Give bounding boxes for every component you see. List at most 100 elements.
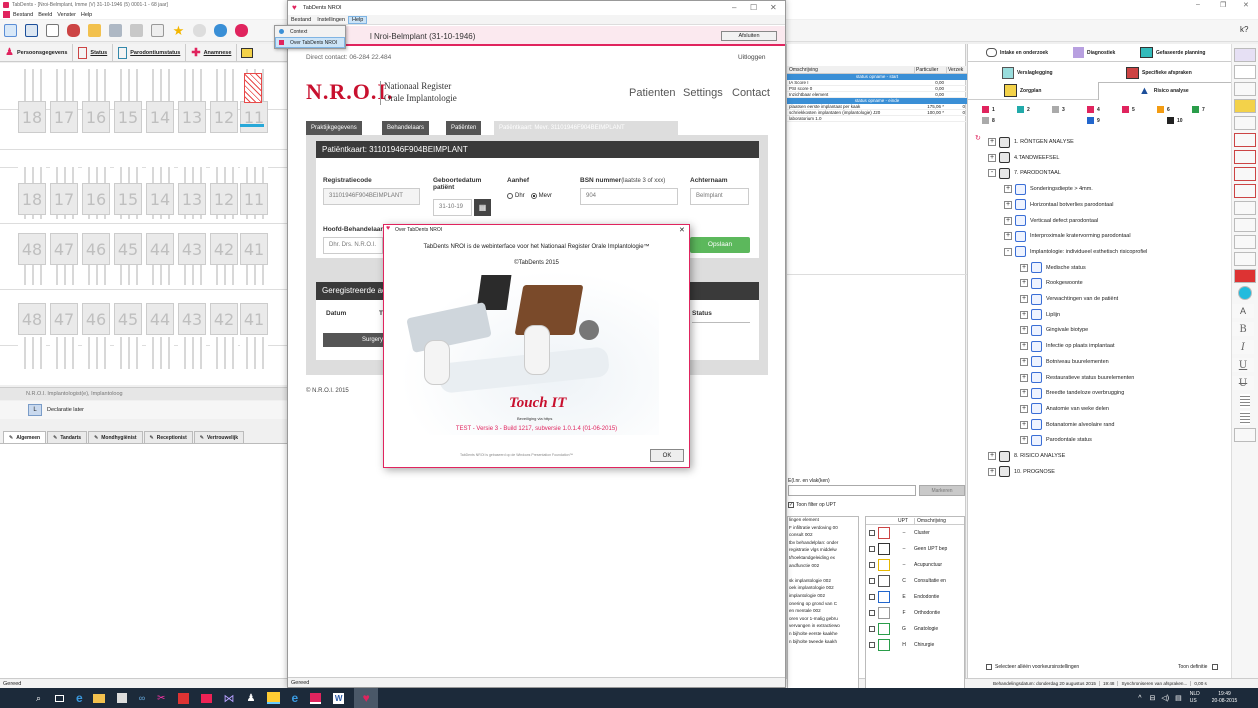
menu-bestand[interactable]: Bestand [13,12,33,18]
bold-icon[interactable]: B [1232,322,1254,336]
extra-tab-icon[interactable] [241,47,254,58]
explorer-icon[interactable] [92,693,105,703]
expand-toggle[interactable]: + [1020,326,1028,335]
code-list-item[interactable]: consult 002 [788,532,858,540]
table-icon[interactable] [1234,428,1256,442]
tooth[interactable]: 47 [50,233,78,265]
card-icon[interactable] [151,24,164,37]
side-red-square-icon[interactable] [1234,184,1256,198]
code-list-item[interactable]: n bijholte eerste kaakhe [788,631,858,639]
tree-node[interactable]: +1. RÖNTGEN ANALYSE [988,135,1074,149]
expand-toggle[interactable]: + [988,138,996,146]
tab-diagnostiek[interactable]: Diagnostiek [1058,44,1128,62]
tree-node[interactable]: + Medische status [1020,261,1086,275]
help-cursor-icon[interactable]: k? [1240,25,1248,34]
tab-persoonsgegevens[interactable]: ♟ Persoonsgegevens [0,43,74,62]
expand-toggle[interactable]: - [988,169,996,178]
side-tooth-icon[interactable] [1234,48,1256,62]
heart-icon[interactable] [235,24,248,37]
expand-toggle[interactable]: + [1020,295,1028,303]
hoofd-select[interactable]: Dhr. Drs. N.R.O.I. [323,237,383,254]
upt-checkbox[interactable] [869,594,875,600]
tree-node[interactable]: +4.TANDWEEFSEL [988,151,1059,165]
code-list-item[interactable]: en mentale 002 [788,608,858,616]
tooth[interactable]: 13 [178,183,206,215]
expand-toggle[interactable]: + [1004,216,1012,225]
reg-input[interactable]: 31101946F904BEIMPLANT [323,188,420,205]
tree-node[interactable]: + Gingivale biotype [1020,323,1088,337]
risk-counter[interactable]: 5 [1122,106,1135,113]
uitloggen-link[interactable]: Uitloggen [738,54,765,61]
tab-risico-analyse[interactable]: ▲ Risico analyse [1098,81,1232,100]
tooth[interactable]: 18 [18,183,46,215]
star-icon[interactable]: ★ [172,23,185,38]
tree-node[interactable]: + Infectie op plaats implantaat [1020,339,1115,353]
menu-help[interactable]: Help [81,12,92,18]
code-list-item[interactable] [788,570,858,578]
tooth[interactable]: 42 [210,233,238,265]
search-icon[interactable]: ⌕ [36,693,41,704]
tab-zorgplan[interactable]: Zorgplan [968,82,1098,100]
car-icon[interactable] [67,24,80,37]
tab-status[interactable]: Status [73,43,114,62]
side-ab-icon[interactable] [1234,218,1256,232]
code-list-item[interactable]: lingen element [788,517,858,525]
tabdents-icon[interactable]: ♟ [247,693,256,704]
upt-checkbox[interactable] [869,546,875,552]
tooth[interactable]: 46 [82,303,110,335]
tooth[interactable]: 13 [178,101,206,133]
bottom-tab[interactable]: ✎ Vertrouwelijk [193,431,245,443]
bottom-tab[interactable]: ✎ Tandarts [47,431,88,443]
tree-node[interactable]: + Liplijn [1020,308,1060,322]
risk-counter[interactable]: 1 [982,106,995,113]
browser-close-button[interactable]: ✕ [770,3,777,12]
save-icon[interactable] [109,24,122,37]
id-card-icon[interactable] [25,24,38,37]
app-red-icon[interactable] [177,692,189,704]
toon-filter-checkbox[interactable]: ✓ [788,502,794,508]
risk-counter[interactable]: 3 [1052,106,1065,113]
geb-input[interactable]: 31-10-19 [433,199,472,216]
tree-node[interactable]: + Parodontale status [1020,433,1092,447]
list-icon[interactable] [1240,394,1250,408]
side-cursor-icon[interactable] [1234,201,1256,215]
toon-definitie-checkbox[interactable] [1212,664,1219,670]
tree-node[interactable]: + Breedte tandeloze overbrugging [1020,386,1124,400]
keyboard-icon[interactable]: ▤ [1175,694,1182,702]
side-grid-icon[interactable] [1234,116,1256,130]
tooth[interactable]: 41 [240,303,268,335]
tooth[interactable]: 11 [240,101,268,133]
tab-specifieke[interactable]: Specifieke afspraken [1096,64,1232,81]
tree-node[interactable]: +10. PROGNOSE [988,465,1055,479]
ie-icon[interactable]: e [292,691,299,705]
tooth[interactable]: 17 [50,101,78,133]
tooth[interactable]: 43 [178,233,206,265]
tab-parodontiumstatus[interactable]: Parodontiumstatus [113,43,187,62]
lang-indicator[interactable]: NLD US [1190,691,1200,705]
tree-node[interactable]: + Verticaal defect parodontaal [1004,214,1098,228]
new-document-icon[interactable] [46,24,59,37]
expand-toggle[interactable]: + [1020,404,1028,413]
treatment-row[interactable]: laboratorium 1.0 [787,116,967,122]
calendar-icon[interactable] [4,24,17,37]
code-list-item[interactable]: F infiltratie verdoving 00 [788,525,858,533]
upt-row[interactable]: F Orthodontie [866,605,964,621]
word-icon[interactable]: W [333,692,345,704]
tooth[interactable]: 15 [114,101,142,133]
side-chart-icon[interactable] [1234,133,1256,147]
expand-toggle[interactable]: + [1004,200,1012,209]
tooth[interactable]: 11 [240,183,268,215]
tab-anamnese[interactable]: ✚ Anamnese [186,43,238,62]
expand-toggle[interactable]: + [1020,436,1028,445]
numbered-list-icon[interactable] [1240,411,1250,425]
tooth[interactable]: 41 [240,233,268,265]
nav-settings[interactable]: Settings [683,87,723,99]
nav-patienten[interactable]: Patienten [629,87,675,99]
upt-row[interactable]: – Cluster [866,525,964,541]
tree-node[interactable]: + Rookgewoonte [1020,276,1083,290]
tab-behandelaars[interactable]: Behandelaars [382,121,430,135]
tree-node[interactable]: - 7. PARODONTAAL [988,166,1061,180]
expand-toggle[interactable]: + [1020,389,1028,398]
tooth[interactable]: 44 [146,303,174,335]
opslaan-button[interactable]: Opslaan [690,237,750,253]
